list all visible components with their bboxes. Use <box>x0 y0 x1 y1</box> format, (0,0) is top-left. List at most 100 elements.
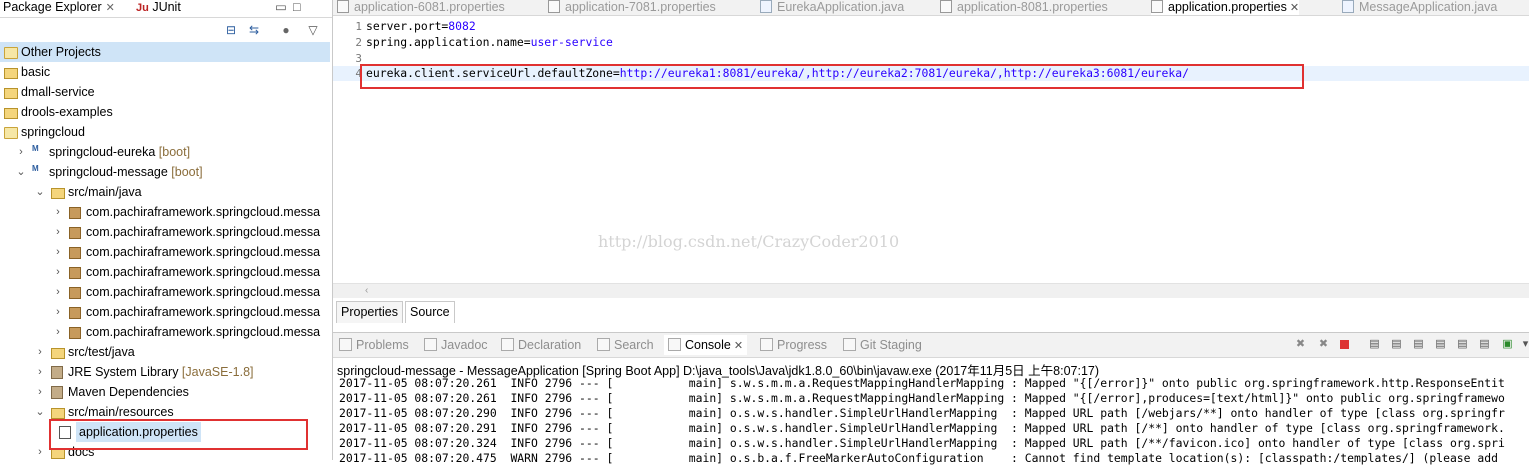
remove-all-terminated-icon[interactable]: ✖ <box>1317 338 1330 351</box>
scroll-left-icon[interactable]: ‹ <box>365 285 368 296</box>
show-console-stdout-icon[interactable]: ▤ <box>1434 338 1447 351</box>
console-tab[interactable]: Declaration <box>501 335 581 355</box>
tree-item[interactable]: › com.pachiraframework.springcloud.messa <box>0 222 330 242</box>
tree-item[interactable]: › JRE System Library [JavaSE-1.8] <box>0 362 330 382</box>
tree-item-decoration: [JavaSE-1.8] <box>178 365 254 379</box>
console-tab[interactable]: Javadoc <box>424 335 488 355</box>
package-icon <box>69 287 81 299</box>
tab-junit[interactable]: Ju JUnit <box>136 0 181 17</box>
editor-tab-label: application-6081.properties <box>354 0 505 14</box>
package-icon <box>69 267 81 279</box>
package-icon <box>69 247 81 259</box>
editor-tab[interactable]: application-8081.properties <box>940 0 1108 15</box>
tree-item[interactable]: springcloud <box>0 122 330 142</box>
tree-item-decoration: [boot] <box>155 145 191 159</box>
editor-tab[interactable]: MessageApplication.java <box>1342 0 1497 15</box>
link-with-editor-icon[interactable]: ⇆ <box>246 22 262 38</box>
view-menu-chevron-down-icon[interactable]: ▽ <box>305 22 321 38</box>
scroll-lock-icon[interactable]: ▤ <box>1390 338 1403 351</box>
collapse-all-icon[interactable]: ⊟ <box>223 22 239 38</box>
tree-item[interactable]: › Mspringcloud-eureka [boot] <box>0 142 330 162</box>
editor-tab[interactable]: application-7081.properties <box>548 0 716 15</box>
close-icon[interactable]: ✕ <box>106 2 115 14</box>
chevron-right-icon[interactable]: › <box>35 442 45 460</box>
chevron-right-icon[interactable]: › <box>53 322 63 342</box>
log-line: 2017-11-05 08:07:20.261 INFO 2796 --- [ … <box>339 376 1505 390</box>
chevron-right-icon[interactable]: › <box>16 142 26 162</box>
tree-item[interactable]: basic <box>0 62 330 82</box>
property-key: server.port= <box>366 19 449 33</box>
tree-item[interactable]: dmall-service <box>0 82 330 102</box>
chevron-right-icon[interactable]: › <box>53 222 63 242</box>
editor-tab[interactable]: application.properties ✕ <box>1151 0 1300 15</box>
chevron-right-icon[interactable]: › <box>35 342 45 362</box>
tree-item-label: springcloud-eureka <box>49 145 156 159</box>
console-tab[interactable]: Progress <box>760 335 827 355</box>
source-folder-icon <box>51 348 65 359</box>
chevron-right-icon[interactable]: › <box>35 382 45 402</box>
tree-item[interactable]: › com.pachiraframework.springcloud.messa <box>0 242 330 262</box>
pin-console-icon[interactable]: ▤ <box>1478 338 1491 351</box>
clear-console-icon[interactable]: ▤ <box>1368 338 1381 351</box>
tree-item[interactable]: › com.pachiraframework.springcloud.messa <box>0 322 330 342</box>
chevron-right-icon[interactable]: › <box>53 262 63 282</box>
console-tab-label: Declaration <box>518 338 582 352</box>
tree-item[interactable]: ⌄ src/main/java <box>0 182 330 202</box>
editor-tab[interactable]: application-6081.properties <box>337 0 505 15</box>
console-tab[interactable]: Search <box>597 335 654 355</box>
source-folder-icon <box>51 408 65 419</box>
chevron-down-icon[interactable]: ⌄ <box>35 182 45 202</box>
package-explorer-view: Package Explorer ✕ Ju JUnit ▭ □ ⊟ ⇆ ● ▽ O… <box>0 0 333 460</box>
tree-item-label: Maven Dependencies <box>68 385 189 399</box>
chevron-right-icon[interactable]: › <box>53 202 63 222</box>
folder-icon <box>4 88 18 99</box>
highlight-box <box>360 64 1304 89</box>
tree-item[interactable]: ⌄ Mspringcloud-message [boot] <box>0 162 330 182</box>
tree-item[interactable]: › Maven Dependencies <box>0 382 330 402</box>
line-number: 3 <box>355 52 362 65</box>
watermark: http://blog.csdn.net/CrazyCoder2010 <box>598 232 900 251</box>
chevron-down-icon[interactable]: ⌄ <box>35 402 45 422</box>
close-icon[interactable]: ✕ <box>1287 2 1299 14</box>
tree-item[interactable]: › com.pachiraframework.springcloud.messa <box>0 282 330 302</box>
properties-file-icon <box>1151 0 1163 13</box>
display-selected-console-icon[interactable]: ▣ <box>1501 338 1514 351</box>
tab-package-explorer[interactable]: Package Explorer ✕ <box>3 0 115 17</box>
horizontal-scrollbar[interactable]: ‹ <box>333 283 1529 298</box>
terminate-icon[interactable] <box>1340 340 1349 349</box>
open-console-icon[interactable]: ▾ <box>1519 338 1529 351</box>
code-line[interactable]: 2 spring.application.name=user-service <box>333 35 1529 50</box>
tree-item[interactable]: › src/test/java <box>0 342 330 362</box>
tree-item[interactable]: Other Projects <box>0 42 330 62</box>
chevron-right-icon[interactable]: › <box>53 302 63 322</box>
tree-item[interactable]: drools-examples <box>0 102 330 122</box>
tree-item-label: com.pachiraframework.springcloud.messa <box>86 325 321 339</box>
console-tab[interactable]: Problems <box>339 335 409 355</box>
code-area[interactable]: 1 server.port=8082 2 spring.application.nam… <box>333 19 1529 279</box>
remove-launch-icon[interactable]: ✖ <box>1294 338 1307 351</box>
word-wrap-icon[interactable]: ▤ <box>1412 338 1425 351</box>
tree-item-label: com.pachiraframework.springcloud.messa <box>86 265 321 279</box>
console-tab[interactable]: Console ✕ <box>664 335 748 355</box>
editor-tab[interactable]: EurekaApplication.java <box>760 0 904 15</box>
highlight-box <box>49 419 308 450</box>
tree-item[interactable]: › com.pachiraframework.springcloud.messa <box>0 262 330 282</box>
console-tab[interactable]: Git Staging <box>843 335 922 355</box>
tree-item[interactable]: › com.pachiraframework.springcloud.messa <box>0 202 330 222</box>
chevron-right-icon[interactable]: › <box>53 282 63 302</box>
focus-icon[interactable]: ● <box>278 22 294 38</box>
chevron-right-icon[interactable]: › <box>35 362 45 382</box>
tree-item[interactable]: › com.pachiraframework.springcloud.messa <box>0 302 330 322</box>
tab-source[interactable]: Source <box>405 301 455 323</box>
tab-properties[interactable]: Properties <box>336 301 403 323</box>
chevron-down-icon[interactable]: ⌄ <box>16 162 26 182</box>
java-file-icon <box>1342 0 1354 13</box>
minimize-icon[interactable]: ▭ <box>275 0 287 17</box>
maximize-icon[interactable]: □ <box>293 0 301 17</box>
code-line[interactable]: 1 server.port=8082 <box>333 19 1529 34</box>
chevron-right-icon[interactable]: › <box>53 242 63 262</box>
close-icon[interactable]: ✕ <box>731 340 743 352</box>
show-console-stderr-icon[interactable]: ▤ <box>1456 338 1469 351</box>
editor-tab-label: application.properties <box>1168 0 1287 14</box>
tab-label: JUnit <box>152 0 181 14</box>
